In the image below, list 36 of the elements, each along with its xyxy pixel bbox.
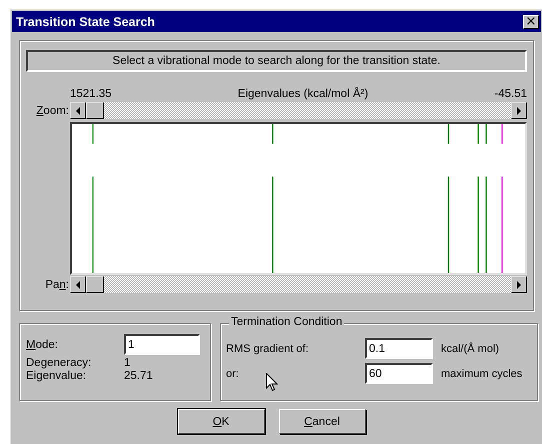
condition-input-field[interactable]: 60 [365, 363, 433, 384]
left-value: 1521.35 [70, 88, 112, 102]
condition-label: or: [226, 368, 240, 380]
pan-scrollbar[interactable] [70, 276, 527, 293]
ok-button[interactable]: OK [178, 409, 264, 434]
cancel-button[interactable]: Cancel [278, 409, 366, 434]
eigenvalue-value: 25.71 [124, 370, 154, 382]
degeneracy-label: Degeneracy: [26, 357, 92, 369]
left-triangle-icon [76, 106, 80, 114]
pan-label: Pan: [44, 278, 70, 290]
mode-label: Mode: [26, 339, 59, 351]
right-triangle-icon [516, 106, 522, 114]
scroll-right-button[interactable] [511, 102, 527, 119]
condition-input-field[interactable]: 0.1 [365, 338, 433, 359]
right-triangle-icon [516, 280, 522, 288]
scroll-left-button[interactable] [70, 276, 86, 293]
window-title: Transition State Search [16, 14, 155, 28]
scroll-thumb[interactable] [86, 102, 104, 119]
left-triangle-icon [76, 280, 80, 288]
scroll-right-button[interactable] [511, 276, 527, 293]
zoom-scrollbar[interactable] [70, 102, 527, 119]
unit-label: maximum cycles [441, 368, 524, 380]
degeneracy-value: 1 [124, 357, 132, 369]
eigenvalue-label: Eigenvalue: [26, 370, 88, 382]
right-value: -45.51 [494, 88, 527, 102]
scroll-left-button[interactable] [70, 102, 86, 119]
close-button[interactable]: × [523, 14, 539, 28]
axis-title: Eigenvalues (kcal/mol Å²) [238, 88, 368, 102]
scroll-thumb[interactable] [86, 276, 104, 293]
condition-label: RMS gradient of: [226, 342, 310, 354]
group-title: Termination Condition [229, 316, 344, 328]
mouse-pointer-icon [266, 373, 278, 392]
zoom-label: Zoom: [35, 104, 70, 116]
instruction-text: Select a vibrational mode to search along for the transition state. [26, 50, 527, 72]
mode-input-field[interactable]: 1 [124, 334, 200, 355]
unit-label: kcal/(Å mol) [441, 342, 500, 354]
